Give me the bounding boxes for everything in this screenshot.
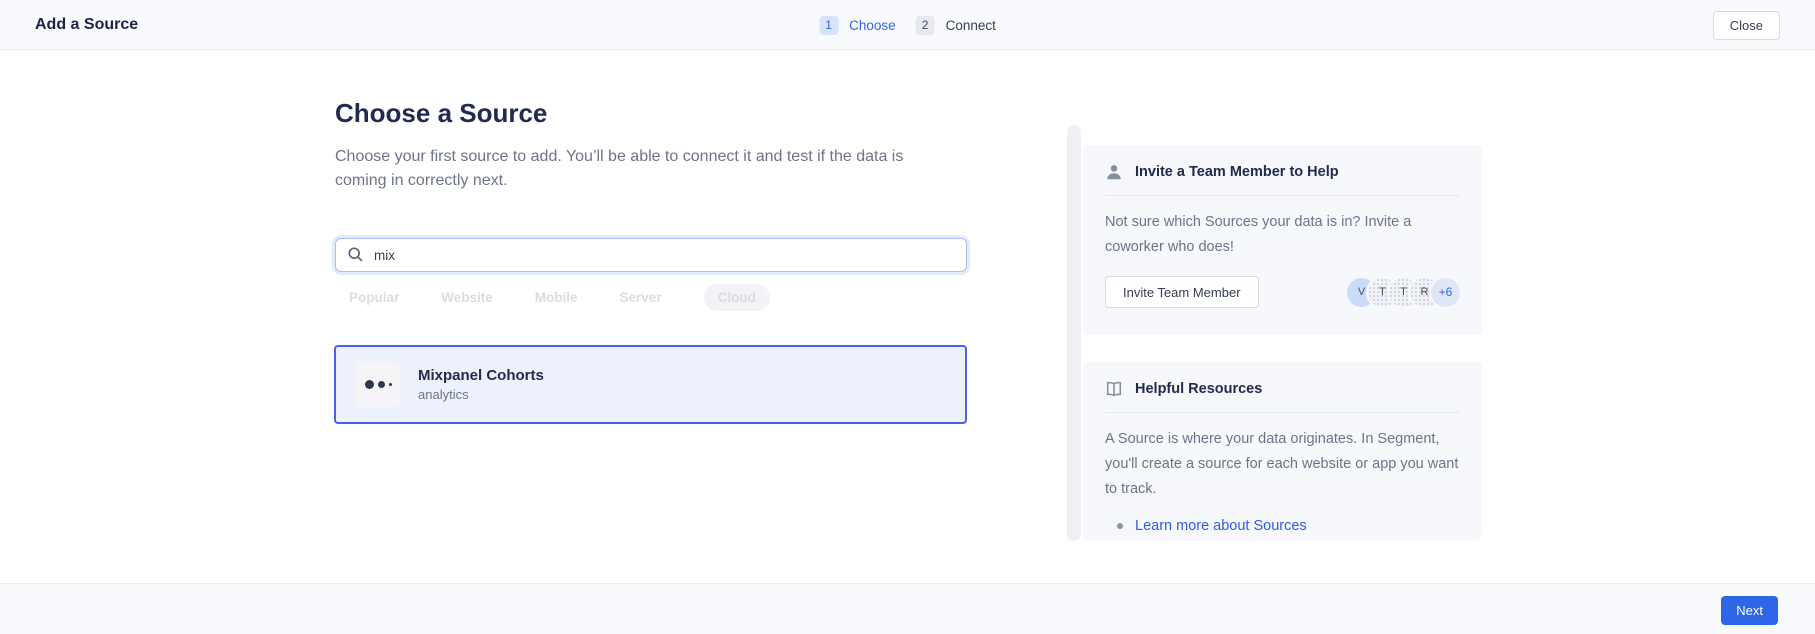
content-scrollbar[interactable]	[1067, 125, 1081, 541]
invite-row: Invite Team Member V T T R +6	[1105, 276, 1460, 308]
tab-server[interactable]: Server	[620, 290, 662, 305]
page-title: Add a Source	[35, 0, 138, 50]
source-card-title: Mixpanel Cohorts	[418, 367, 544, 384]
invite-panel: Invite a Team Member to Help Not sure wh…	[1083, 145, 1482, 335]
avatar-overflow-badge: +6	[1431, 278, 1460, 307]
invite-panel-header: Invite a Team Member to Help	[1105, 163, 1460, 196]
source-search	[335, 238, 967, 272]
step-connect-label: Connect	[946, 18, 996, 33]
header-bar: Add a Source 1 Choose 2 Connect Close	[0, 0, 1815, 50]
tab-cloud[interactable]: Cloud	[704, 284, 770, 311]
source-card-subtitle: analytics	[418, 387, 544, 402]
close-button[interactable]: Close	[1713, 11, 1780, 40]
source-card-mixpanel-cohorts[interactable]: Mixpanel Cohorts analytics	[334, 345, 967, 424]
invite-panel-title: Invite a Team Member to Help	[1135, 164, 1339, 180]
tab-website[interactable]: Website	[441, 290, 493, 305]
bullet-icon	[1117, 523, 1123, 529]
step-connect-badge: 2	[916, 16, 935, 35]
source-card-text: Mixpanel Cohorts analytics	[418, 367, 544, 402]
mixpanel-dots-logo	[356, 362, 401, 407]
book-icon	[1105, 380, 1123, 398]
learn-more-sources-link[interactable]: Learn more about Sources	[1135, 518, 1307, 534]
resources-panel-header: Helpful Resources	[1105, 380, 1460, 413]
step-connect[interactable]: 2 Connect	[916, 16, 996, 35]
resources-panel-title: Helpful Resources	[1135, 381, 1262, 397]
next-button[interactable]: Next	[1721, 596, 1778, 625]
tab-mobile[interactable]: Mobile	[535, 290, 578, 305]
step-choose-badge: 1	[819, 16, 838, 35]
section-description: Choose your first source to add. You’ll …	[335, 145, 935, 193]
category-tabs: Popular Website Mobile Server Cloud	[349, 284, 770, 311]
step-choose-label: Choose	[849, 18, 896, 33]
tab-popular[interactable]: Popular	[349, 290, 399, 305]
invite-panel-body: Not sure which Sources your data is in? …	[1105, 210, 1460, 260]
step-choose[interactable]: 1 Choose	[819, 16, 896, 35]
team-avatars: V T T R +6	[1347, 278, 1460, 307]
person-icon	[1105, 163, 1123, 181]
search-input[interactable]	[335, 238, 967, 272]
resources-link-row: Learn more about Sources	[1105, 518, 1460, 534]
invite-team-member-button[interactable]: Invite Team Member	[1105, 276, 1259, 308]
resources-panel-body: A Source is where your data originates. …	[1105, 427, 1460, 502]
section-heading: Choose a Source	[335, 98, 547, 129]
stepper: 1 Choose 2 Connect	[819, 0, 996, 50]
resources-panel: Helpful Resources A Source is where your…	[1083, 362, 1482, 541]
add-source-screen: Add a Source 1 Choose 2 Connect Close Ch…	[0, 0, 1815, 634]
footer-bar: Next	[0, 583, 1815, 634]
